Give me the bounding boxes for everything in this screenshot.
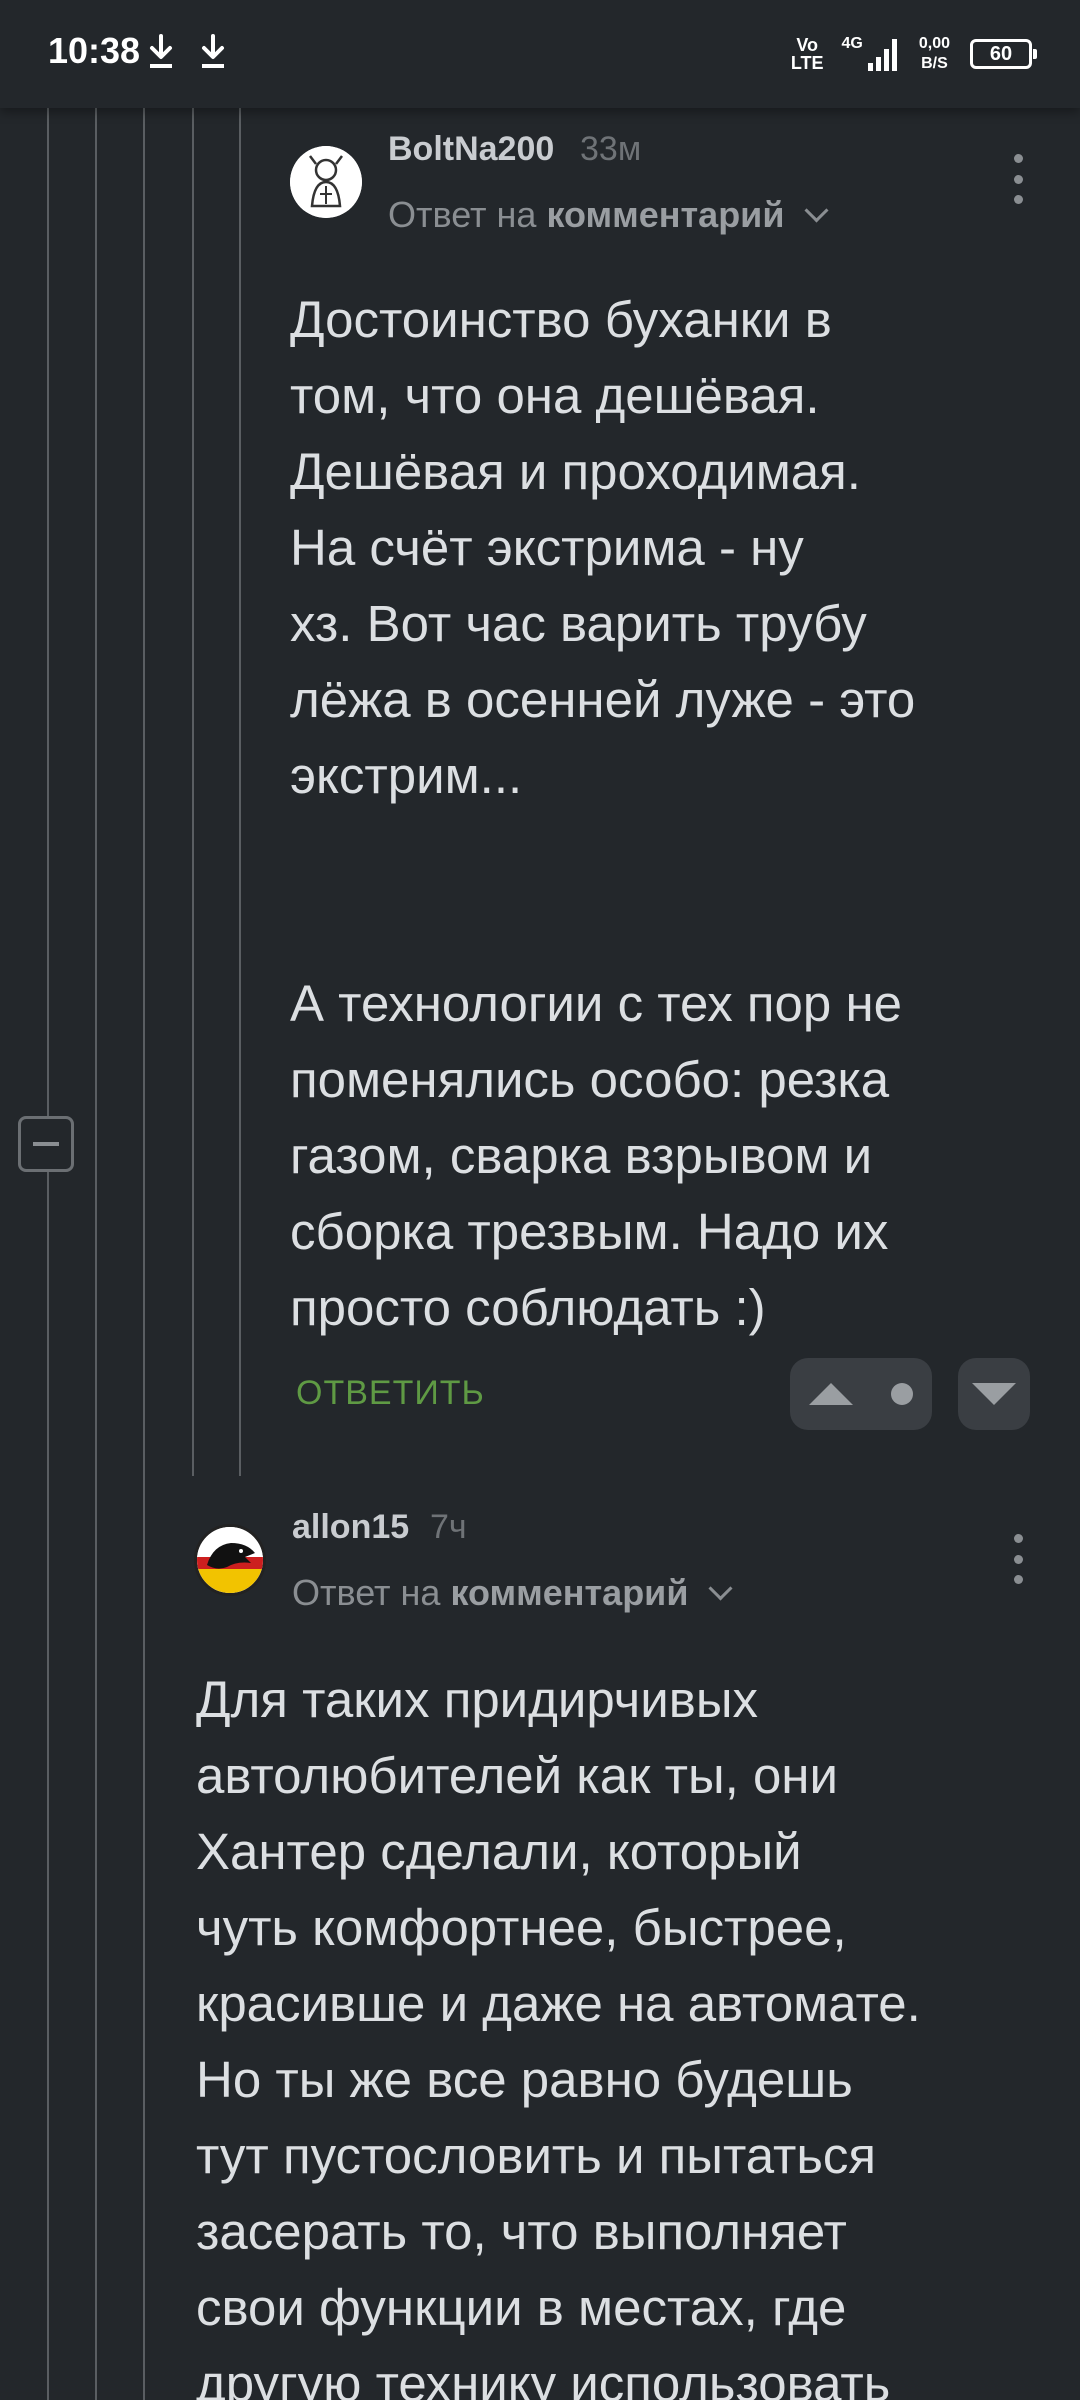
status-indicators: Vo LTE 4G 0,00 B/S 60 [790, 28, 1037, 80]
reply-to-link[interactable]: Ответ на комментарий [292, 1572, 733, 1614]
comment-time: 7ч [430, 1508, 467, 1546]
reply-button[interactable]: ОТВЕТИТЬ [296, 1374, 485, 1413]
thread-line [47, 108, 49, 1116]
volte-indicator: Vo LTE [790, 35, 824, 73]
user-avatar-icon [290, 146, 362, 218]
signal-icon [865, 37, 897, 71]
comment-time: 33м [580, 130, 642, 168]
reply-target: комментарий [546, 194, 785, 235]
comment-username[interactable]: BoltNa200 [388, 130, 554, 169]
status-time: 10:38 [48, 30, 141, 71]
avatar[interactable] [194, 1524, 266, 1596]
thread-line [143, 108, 145, 2400]
comment-body: Для таких придирчивых автолюбителей как … [196, 1671, 921, 2400]
chevron-down-icon [708, 1576, 733, 1601]
panther-avatar-icon [197, 1527, 263, 1593]
thread-line [47, 1172, 49, 2400]
rating-dot-icon [891, 1383, 913, 1405]
chevron-down-icon [804, 198, 829, 223]
network-type: 4G [841, 35, 863, 52]
network-speed: 0,00 B/S [918, 35, 950, 72]
thread-line [192, 108, 194, 1476]
avatar[interactable] [290, 146, 362, 218]
arrow-up-icon [809, 1383, 853, 1405]
downvote-button[interactable] [958, 1358, 1030, 1430]
status-bar: 10:38 Vo LTE 4G 0,00 B/S 60 [0, 0, 1080, 108]
thread-line [95, 108, 97, 2400]
collapse-thread-button[interactable] [18, 1116, 74, 1172]
more-options-icon[interactable] [1008, 154, 1028, 204]
more-options-icon[interactable] [1008, 1534, 1028, 1584]
download-icon [202, 34, 224, 68]
comments-screen: 10:38 Vo LTE 4G 0,00 B/S 60 BoltNa200 33… [0, 0, 1080, 2400]
arrow-down-icon [972, 1383, 1016, 1405]
battery-icon: 60 [970, 39, 1037, 69]
download-icon [150, 34, 172, 68]
battery-level: 60 [989, 42, 1013, 65]
minus-icon [33, 1142, 59, 1146]
comment-username[interactable]: allon15 [292, 1508, 409, 1547]
reply-to-link[interactable]: Ответ на комментарий [388, 194, 829, 236]
upvote-button[interactable] [790, 1358, 932, 1430]
comment-body: Достоинство буханки в том, что она дешёв… [290, 291, 916, 1336]
thread-line [239, 108, 241, 1476]
reply-target: комментарий [450, 1572, 689, 1613]
